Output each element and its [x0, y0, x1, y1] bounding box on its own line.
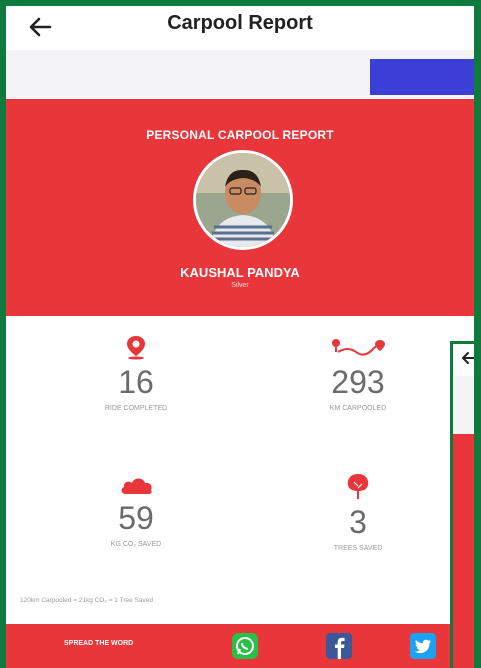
tab-bar — [6, 50, 474, 98]
stat-trees: 3 TREES SAVED — [288, 472, 428, 555]
stat-label: RIDE COMPLETED — [104, 405, 168, 412]
whatsapp-icon[interactable] — [232, 633, 258, 659]
arrow-left-icon[interactable] — [460, 349, 474, 367]
user-tier: Silver — [231, 282, 249, 289]
stat-label: TREES SAVED — [333, 545, 383, 552]
carpool-report-screen: Carpool Report PERSONAL CARPOOL REPORT K… — [6, 6, 474, 668]
stat-rides: 16 RIDE COMPLETED — [66, 334, 206, 415]
tree-icon — [347, 474, 369, 499]
carpool-summary: 120km Carpooled = 21kg CO₂ = 1 Tree Save… — [20, 597, 153, 604]
cloud-icon — [121, 478, 152, 494]
stat-value: 59 — [118, 500, 154, 536]
stat-value: 293 — [331, 364, 385, 400]
profile-banner: PERSONAL CARPOOL REPORT KAUSHAL PANDYA S… — [6, 99, 474, 316]
stat-label: KM CARPOOLED — [329, 405, 387, 412]
twitter-icon[interactable] — [410, 633, 436, 659]
second-screen-preview — [450, 341, 474, 668]
blue-action-button[interactable] — [370, 59, 474, 95]
preview-tab-bar — [453, 376, 474, 434]
map-pin-icon — [127, 336, 145, 360]
user-name: KAUSHAL PANDYA — [180, 265, 300, 280]
share-footer: SPREAD THE WORD — [6, 624, 474, 668]
stat-co2: 59 KG CO₂ SAVED — [66, 472, 206, 551]
app-header: Carpool Report — [6, 6, 474, 50]
stat-value: 16 — [118, 364, 154, 400]
preview-banner — [453, 434, 474, 668]
avatar — [193, 150, 293, 250]
spread-the-word-label: SPREAD THE WORD — [64, 640, 134, 647]
stat-value: 3 — [349, 504, 367, 540]
stat-km: 293 KM CARPOOLED — [288, 334, 428, 415]
report-title: PERSONAL CARPOOL REPORT — [146, 128, 334, 142]
facebook-icon[interactable] — [326, 633, 352, 659]
stat-label: KG CO₂ SAVED — [110, 541, 162, 548]
avatar-photo — [196, 153, 290, 247]
route-icon — [332, 339, 385, 356]
page-title: Carpool Report — [167, 12, 313, 34]
